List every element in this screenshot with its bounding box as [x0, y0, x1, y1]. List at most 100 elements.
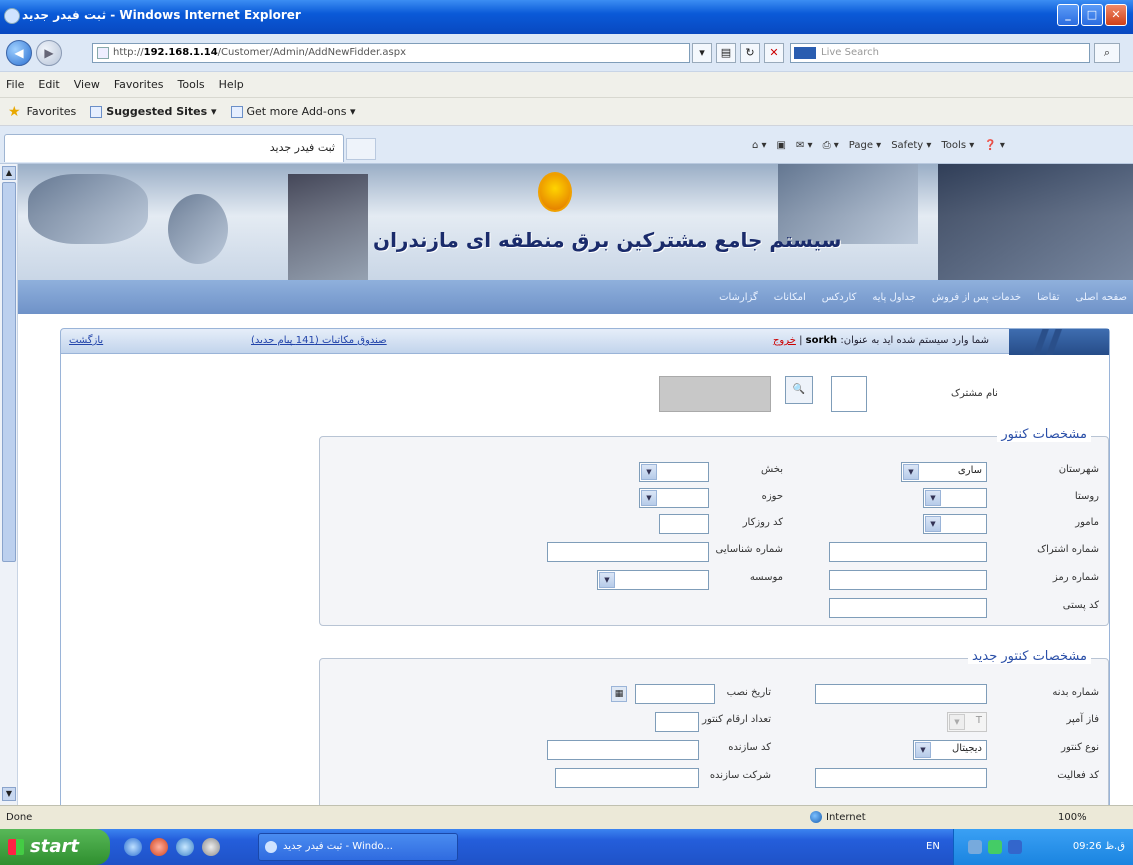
maximize-button[interactable]: □ [1081, 4, 1103, 26]
start-button[interactable]: start [0, 829, 110, 865]
city-select[interactable]: ساری ▼ [901, 462, 987, 482]
nav-after-sales[interactable]: خدمات پس از فروش [932, 292, 1021, 303]
security-icon[interactable] [988, 840, 1002, 854]
maker-code-input[interactable] [547, 740, 699, 760]
get-addons-link[interactable]: Get more Add-ons ▾ [230, 105, 356, 118]
menu-favorites[interactable]: Favorites [114, 78, 164, 91]
agent-select[interactable]: ▼ [923, 514, 987, 534]
banner-photo-bulb [168, 194, 228, 264]
safety-menu[interactable]: Safety ▾ [891, 140, 931, 151]
print-icon[interactable]: ⎙ ▾ [823, 140, 839, 151]
chevron-down-icon: ▼ [903, 464, 919, 480]
daily-code-input[interactable] [659, 514, 709, 534]
digits-input[interactable] [655, 712, 699, 732]
mail-icon[interactable]: ✉ ▾ [796, 140, 813, 151]
scroll-down-icon[interactable]: ▼ [2, 787, 16, 801]
taskbar-window-item[interactable]: ثبت فیدر جدید - Windo... [258, 833, 458, 861]
address-input[interactable]: http://192.168.1.14/Customer/Admin/AddNe… [92, 43, 690, 63]
nav-reports[interactable]: گزارشات [719, 292, 758, 303]
suggested-sites-link[interactable]: Suggested Sites ▾ [90, 105, 217, 118]
zoom-level[interactable]: 100% [1058, 812, 1087, 823]
id-label: شماره شناسایی [715, 544, 783, 555]
menu-edit[interactable]: Edit [38, 78, 59, 91]
nav-home[interactable]: صفحه اصلی [1076, 292, 1127, 303]
maker-company-input[interactable] [555, 768, 699, 788]
compatibility-icon[interactable]: ▤ [716, 43, 736, 63]
favorites-button[interactable]: Favorites [27, 105, 77, 118]
password-input[interactable] [829, 570, 987, 590]
inbox-link[interactable]: صندوق مکاتبات (141 پیام جدید) [251, 335, 387, 346]
banner-photo-keyboard [938, 164, 1133, 280]
dropdown-arrow-icon[interactable]: ▾ [692, 43, 712, 63]
search-icon[interactable]: ⌕ [1094, 43, 1120, 63]
banner-photo-plug [28, 174, 148, 244]
logout-link[interactable]: خروج [773, 335, 796, 346]
body-no-label: شماره بدنه [1052, 687, 1099, 698]
institute-select[interactable]: ▼ [597, 570, 709, 590]
back-link[interactable]: بازگشت [69, 335, 103, 346]
media-icon[interactable] [150, 838, 168, 856]
suggested-sites-label: Suggested Sites ▾ [106, 105, 217, 118]
ie-quicklaunch-icon[interactable] [124, 838, 142, 856]
village-select[interactable]: ▼ [923, 488, 987, 508]
menu-bar: File Edit View Favorites Tools Help [0, 72, 1133, 98]
menu-file[interactable]: File [6, 78, 24, 91]
scroll-thumb[interactable] [2, 182, 16, 562]
part-label: بخش [761, 464, 783, 475]
postal-input[interactable] [829, 598, 987, 618]
calendar-icon[interactable]: ▦ [611, 686, 627, 702]
refresh-icon[interactable]: ↻ [740, 43, 760, 63]
home-icon[interactable]: ⌂ ▾ [752, 140, 767, 151]
activity-code-input[interactable] [815, 768, 987, 788]
zone-select[interactable]: ▼ [639, 488, 709, 508]
browser-tab[interactable]: ثبت فیدر جدید [4, 134, 344, 162]
customer-name-field[interactable] [831, 376, 867, 412]
part-select[interactable]: ▼ [639, 462, 709, 482]
username: sorkh [805, 335, 838, 346]
stop-icon[interactable]: ✕ [764, 43, 784, 63]
menu-tools[interactable]: Tools [178, 78, 205, 91]
minimize-button[interactable]: _ [1057, 4, 1079, 26]
tray-app-icon[interactable] [1008, 840, 1022, 854]
globe-icon [810, 811, 822, 823]
maker-code-label: کد سازنده [728, 742, 771, 753]
nav-base-tables[interactable]: جداول پایه [872, 292, 915, 303]
search-input[interactable]: Live Search [790, 43, 1090, 63]
close-button[interactable]: ✕ [1105, 4, 1127, 26]
tools-menu[interactable]: Tools ▾ [941, 140, 974, 151]
feeds-icon[interactable]: ▣ [777, 140, 786, 151]
chevron-down-icon: ▼ [599, 572, 615, 588]
customer-name-label: نام مشترک [951, 388, 998, 399]
menu-view[interactable]: View [74, 78, 100, 91]
nav-facilities[interactable]: امکانات [774, 292, 806, 303]
scroll-up-icon[interactable]: ▲ [2, 166, 16, 180]
page-menu[interactable]: Page ▾ [849, 140, 881, 151]
forward-button[interactable]: ▶ [36, 40, 62, 66]
vertical-scrollbar[interactable]: ▲ ▼ [0, 164, 18, 805]
install-date-input[interactable] [635, 684, 715, 704]
browser-icon[interactable] [176, 838, 194, 856]
menu-help[interactable]: Help [219, 78, 244, 91]
phase-amp-select[interactable]: T ▼ [947, 712, 987, 732]
app-icon[interactable] [202, 838, 220, 856]
main-nav: صفحه اصلی تقاضا خدمات پس از فروش جداول پ… [18, 280, 1133, 314]
banner-title: سیستم جامع مشترکین برق منطقه ای مازندران [373, 228, 842, 252]
help-icon[interactable]: ❓ ▾ [984, 140, 1005, 151]
id-input[interactable] [547, 542, 709, 562]
chevron-down-icon: ▼ [949, 714, 965, 730]
phase-amp-value: T [975, 715, 982, 726]
body-no-input[interactable] [815, 684, 987, 704]
taskbar: start ثبت فیدر جدید - Windo... EN 09:26 … [0, 829, 1133, 865]
nav-request[interactable]: تقاضا [1037, 292, 1059, 303]
lookup-icon[interactable]: 🔍 [785, 376, 813, 404]
back-button[interactable]: ◀ [6, 40, 32, 66]
status-text: Done [6, 812, 33, 823]
network-icon[interactable] [968, 840, 982, 854]
nav-cardex[interactable]: کاردکس [822, 292, 857, 303]
meter-type-select[interactable]: دیجیتال ▼ [913, 740, 987, 760]
institute-label: موسسه [749, 572, 783, 583]
subscription-input[interactable] [829, 542, 987, 562]
new-tab-button[interactable] [346, 138, 376, 160]
system-tray: EN 09:26 ق.ظ [926, 829, 1133, 865]
language-indicator[interactable]: EN [926, 841, 940, 852]
